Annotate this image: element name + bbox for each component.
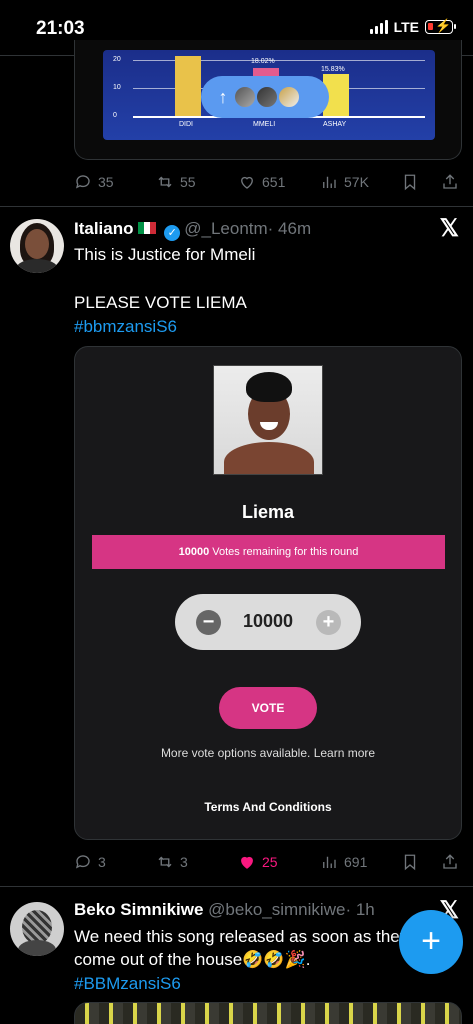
- hashtag-link[interactable]: #BBMzansiS6: [74, 972, 181, 995]
- like-count: 651: [262, 174, 286, 190]
- heart-icon: [241, 176, 253, 189]
- reply-button[interactable]: 3: [74, 853, 106, 871]
- divider: [0, 206, 473, 207]
- tick-label: 20: [113, 56, 121, 63]
- share-icon: [443, 174, 457, 189]
- percent-label: 18.02%: [251, 58, 275, 65]
- avatar: [233, 85, 257, 109]
- vote-button[interactable]: VOTE: [219, 687, 317, 729]
- views-button[interactable]: 57K: [320, 173, 369, 191]
- tweet-time: · 46m: [267, 219, 312, 238]
- candidate-name: Liema: [241, 502, 295, 522]
- reply-count: 35: [98, 174, 114, 190]
- new-posts-pill[interactable]: ↑: [201, 76, 329, 118]
- votes-remaining-banner: 10000 Votes remaining for this round: [92, 535, 445, 569]
- author-handle[interactable]: @beko_simnikiwe: [208, 900, 345, 919]
- vote-card[interactable]: Liema 10000 Votes remaining for this rou…: [74, 346, 462, 840]
- percent-label: 15.83%: [321, 66, 345, 73]
- verified-icon: ✓: [164, 225, 181, 241]
- reply-icon: [75, 175, 90, 189]
- hashtag-link[interactable]: #bbmzansiS6: [74, 315, 177, 338]
- heart-icon: [241, 856, 253, 869]
- votes-remaining-count: 10000: [178, 546, 210, 558]
- tweet-time: · 1h: [345, 900, 375, 919]
- more-options-link[interactable]: More vote options available. Learn more: [75, 746, 461, 760]
- vote-stepper: − 10000 +: [175, 594, 361, 650]
- repost-icon: [158, 856, 172, 868]
- author-handle[interactable]: @_Leontm: [184, 219, 267, 238]
- avatar: [277, 85, 301, 109]
- reply-button[interactable]: 35: [74, 173, 114, 191]
- category-label: ASHAY: [323, 121, 347, 128]
- tweet-text: come out of the house🤣🤣🎉.: [74, 950, 311, 969]
- like-count: 25: [262, 854, 278, 870]
- views-icon: [323, 176, 336, 188]
- author-name[interactable]: Beko Simnikiwe: [74, 900, 203, 919]
- terms-link[interactable]: Terms And Conditions: [75, 800, 461, 814]
- candidate-photo: [213, 365, 323, 475]
- tick-label: 0: [113, 112, 117, 119]
- chart-screen: 20 10 0 18.02% 15.83% DIDI MMELI ASHAY ↑: [103, 50, 435, 140]
- category-label: MMELI: [253, 121, 276, 128]
- votes-remaining-text: Votes remaining for this round: [209, 546, 359, 558]
- share-icon: [443, 854, 457, 869]
- media-preview[interactable]: 20 10 0 18.02% 15.83% DIDI MMELI ASHAY ↑: [74, 40, 462, 160]
- views-icon: [323, 856, 336, 868]
- clock: 21:03: [36, 18, 85, 39]
- tweet-header: Beko Simnikiwe @beko_simnikiwe· 1h: [74, 900, 375, 920]
- views-button[interactable]: 691: [320, 853, 367, 871]
- author-name[interactable]: Italiano: [74, 219, 134, 238]
- view-count: 691: [344, 854, 368, 870]
- reply-count: 3: [98, 854, 106, 870]
- tick-label: 10: [113, 84, 121, 91]
- share-button[interactable]: [441, 173, 459, 191]
- network-label: LTE: [393, 19, 419, 35]
- x-logo-icon: 𝕏: [439, 215, 459, 242]
- tweet-text: PLEASE VOTE LIEMA: [74, 293, 247, 312]
- category-label: DIDI: [179, 121, 193, 128]
- tweet-header: Italiano ✓ @_Leontm· 46m: [74, 219, 311, 241]
- tweet-text: We need this song released as soon as th…: [74, 927, 409, 946]
- compose-button[interactable]: +: [399, 910, 463, 974]
- like-button[interactable]: 651: [238, 173, 285, 191]
- repost-button[interactable]: 3: [156, 853, 188, 871]
- divider: [0, 886, 473, 887]
- italy-flag-icon: [137, 222, 156, 234]
- avatar: [255, 85, 279, 109]
- avatar[interactable]: [10, 219, 64, 273]
- repost-icon: [158, 176, 172, 188]
- bookmark-icon: [404, 854, 416, 871]
- tweet-text: This is Justice for Mmeli: [74, 245, 256, 264]
- tweet-actions: 35 55 651 57K: [74, 171, 464, 193]
- tweet-actions: 3 3 25 691: [74, 851, 464, 873]
- bookmark-button[interactable]: [401, 853, 419, 871]
- bookmark-button[interactable]: [401, 173, 419, 191]
- like-button[interactable]: 25: [238, 853, 278, 871]
- repost-button[interactable]: 55: [156, 173, 196, 191]
- share-button[interactable]: [441, 853, 459, 871]
- view-count: 57K: [344, 174, 369, 190]
- plus-button[interactable]: +: [316, 610, 341, 635]
- repost-count: 55: [180, 174, 196, 190]
- signal-icon: [369, 20, 388, 34]
- bookmark-icon: [404, 174, 416, 191]
- reply-icon: [75, 855, 90, 869]
- status-icons: LTE ⚡: [369, 18, 456, 35]
- repost-count: 3: [180, 854, 188, 870]
- bar-didi: [175, 56, 201, 116]
- arrow-up-icon: ↑: [218, 86, 228, 107]
- avatar[interactable]: [10, 902, 64, 956]
- battery-icon: ⚡: [425, 18, 456, 34]
- media-preview[interactable]: [74, 1002, 462, 1024]
